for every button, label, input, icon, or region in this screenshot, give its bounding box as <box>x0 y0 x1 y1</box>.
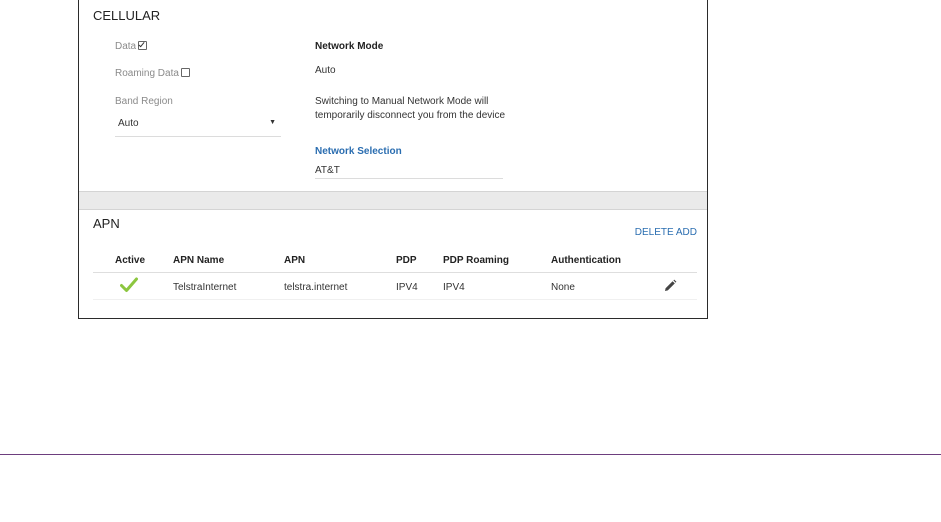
band-region-label: Band Region <box>115 96 173 107</box>
data-label: Data <box>115 41 137 52</box>
band-region-select[interactable]: Auto ▼ <box>115 112 281 137</box>
apn-title: APN <box>93 216 120 231</box>
table-header-divider <box>93 272 697 273</box>
delete-button[interactable]: DELETE <box>635 227 674 238</box>
column-header-pdp-roaming: PDP Roaming <box>443 255 509 266</box>
edit-pencil-icon[interactable] <box>663 279 677 293</box>
network-selection-value: AT&T <box>315 165 340 176</box>
section-divider <box>79 191 707 210</box>
network-mode-note: Switching to Manual Network Mode will te… <box>315 96 506 121</box>
column-header-authentication: Authentication <box>551 255 621 266</box>
network-selection-label: Network Selection <box>315 146 402 157</box>
roaming-data-label: Roaming Data <box>115 68 179 79</box>
settings-panel: CELLULAR Data Roaming Data Band Region A… <box>78 0 708 319</box>
add-button[interactable]: ADD <box>676 227 697 238</box>
network-mode-value[interactable]: Auto <box>315 65 336 76</box>
roaming-data-toggle[interactable]: Roaming Data <box>115 68 190 79</box>
page-rule <box>0 454 941 455</box>
band-region-value: Auto <box>118 118 139 129</box>
active-check-icon <box>120 277 138 292</box>
cell-pdp-roaming: IPV4 <box>443 282 465 293</box>
network-selection-field[interactable]: AT&T <box>315 162 503 179</box>
cell-apn: telstra.internet <box>284 282 348 293</box>
cell-apn-name: TelstraInternet <box>173 282 237 293</box>
column-header-active: Active <box>115 255 146 266</box>
table-row-divider <box>93 299 697 300</box>
data-checkbox[interactable] <box>138 41 148 50</box>
cell-pdp: IPV4 <box>396 282 418 293</box>
cellular-title: CELLULAR <box>93 8 161 23</box>
network-mode-label: Network Mode <box>315 41 384 52</box>
cell-authentication: None <box>551 282 575 293</box>
roaming-data-checkbox[interactable] <box>180 68 190 77</box>
data-toggle[interactable]: Data <box>115 41 148 52</box>
apn-actions: DELETE ADD <box>635 227 697 238</box>
column-header-pdp: PDP <box>396 255 417 266</box>
column-header-apn-name: APN Name <box>173 255 225 266</box>
column-header-apn: APN <box>284 255 306 266</box>
dropdown-arrow-icon: ▼ <box>269 119 276 126</box>
